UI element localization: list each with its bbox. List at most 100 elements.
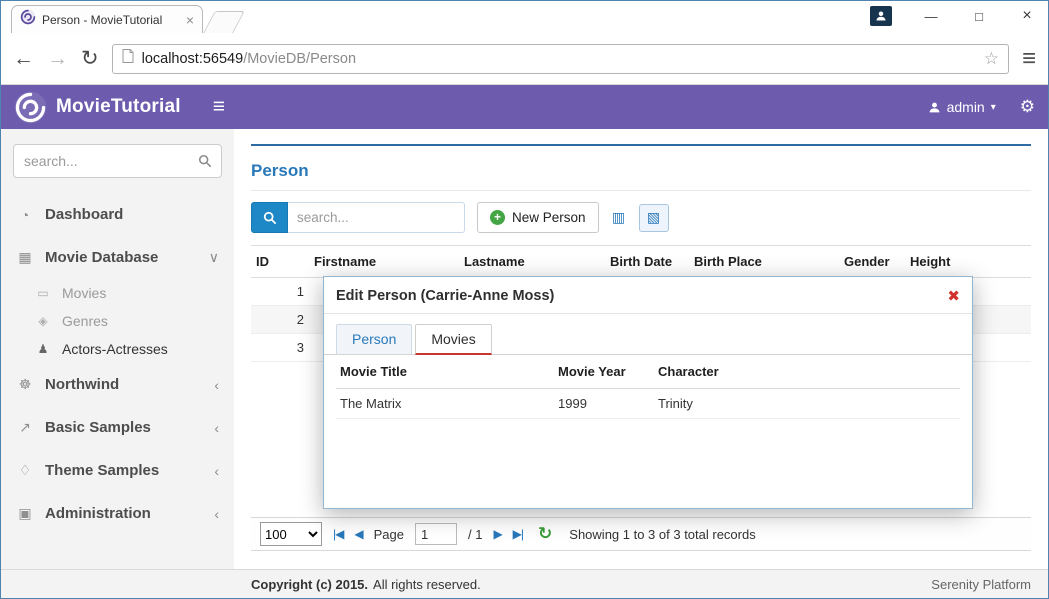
user-icon <box>928 101 941 114</box>
plus-icon: + <box>490 210 505 225</box>
platform-label: Serenity Platform <box>931 577 1031 592</box>
profile-icon[interactable] <box>870 6 892 26</box>
app-footer: Copyright (c) 2015. All rights reserved.… <box>1 569 1048 598</box>
navbar-right: admin ▾ ⚙ <box>928 97 1035 117</box>
new-tab-button[interactable] <box>203 11 245 33</box>
sidebar-item-genres[interactable]: ◈ Genres <box>1 307 234 335</box>
back-icon[interactable]: ← <box>13 48 34 69</box>
user-menu[interactable]: admin ▾ <box>928 99 996 115</box>
chevron-down-icon: ∨ <box>209 249 219 266</box>
sidebar-toggle-icon[interactable]: ≡ <box>213 95 225 119</box>
sidebar-search-input[interactable] <box>13 144 222 178</box>
page-total: / 1 <box>468 527 482 542</box>
cell-movie-year: 1999 <box>554 389 654 419</box>
movie-row[interactable]: The Matrix 1999 Trinity <box>336 389 960 419</box>
column-header-gender[interactable]: Gender <box>839 246 905 278</box>
dialog-close-icon[interactable]: ✖ <box>947 287 960 305</box>
column-header-height[interactable]: Height <box>905 246 1031 278</box>
last-page-button[interactable]: ▶| <box>513 527 523 541</box>
grid-toolbar: + New Person ▥ ▧ <box>251 191 1031 245</box>
settings-gear-icon[interactable]: ⚙ <box>1020 97 1035 117</box>
cell-id: 2 <box>251 306 309 334</box>
sidebar-item-movies[interactable]: ▭ Movies <box>1 279 234 307</box>
page-title: Person <box>251 161 1031 181</box>
cell-id: 3 <box>251 334 309 362</box>
sidebar-item-label: Genres <box>62 313 108 329</box>
column-picker-button[interactable]: ▧ <box>639 204 669 232</box>
sidebar-item-label: Administration <box>45 505 151 522</box>
prev-page-button[interactable]: ◀ <box>354 527 362 541</box>
next-page-button[interactable]: ▶ <box>493 527 501 541</box>
url-bar[interactable]: localhost:56549/MovieDB/Person ☆ <box>112 44 1009 74</box>
page-number-input[interactable] <box>415 523 457 545</box>
sidebar-item-label: Actors-Actresses <box>62 341 168 357</box>
close-button[interactable]: × <box>1018 7 1036 25</box>
chevron-left-icon: ‹ <box>214 506 219 522</box>
dialog-tabs: Person Movies <box>324 314 972 355</box>
sidebar-item-theme-samples[interactable]: ♢ Theme Samples ‹ <box>1 449 234 492</box>
column-header-id[interactable]: ID <box>251 246 309 278</box>
first-page-button[interactable]: |◀ <box>333 527 343 541</box>
minimize-button[interactable]: — <box>922 9 940 24</box>
column-header-movie-title[interactable]: Movie Title <box>336 355 554 389</box>
theme-samples-icon: ♢ <box>16 462 34 479</box>
sidebar-item-northwind[interactable]: ☸ Northwind ‹ <box>1 363 234 406</box>
edit-person-dialog: Edit Person (Carrie-Anne Moss) ✖ Person … <box>323 276 973 509</box>
column-header-lastname[interactable]: Lastname <box>459 246 605 278</box>
genres-icon: ◈ <box>35 314 51 328</box>
maximize-button[interactable]: □ <box>970 9 988 24</box>
chevron-left-icon: ‹ <box>214 463 219 479</box>
sidebar-item-basic-samples[interactable]: ↗ Basic Samples ‹ <box>1 406 234 449</box>
browser-tab[interactable]: Person - MovieTutorial × <box>11 5 203 33</box>
app-logo-icon[interactable] <box>14 91 47 124</box>
sidebar-item-label: Dashboard <box>45 206 123 223</box>
page-icon <box>122 49 134 68</box>
app-title[interactable]: MovieTutorial <box>56 96 181 118</box>
column-header-birth-place[interactable]: Birth Place <box>689 246 839 278</box>
url-path: /MovieDB/Person <box>243 51 356 67</box>
tab-movies[interactable]: Movies <box>415 324 491 355</box>
sidebar-item-label: Movie Database <box>45 249 158 266</box>
column-header-character[interactable]: Character <box>654 355 960 389</box>
grid-search-input[interactable] <box>288 202 465 233</box>
grid-search-group <box>251 202 465 233</box>
tab-person[interactable]: Person <box>336 324 412 354</box>
dialog-header[interactable]: Edit Person (Carrie-Anne Moss) ✖ <box>324 277 972 314</box>
sidebar-item-actors-actresses[interactable]: ♟ Actors-Actresses <box>1 335 234 363</box>
basic-samples-icon: ↗ <box>16 419 34 436</box>
movies-icon: ▭ <box>35 286 51 300</box>
refresh-icon[interactable]: ↻ <box>538 524 552 544</box>
browser-addressbar: ← → ↻ localhost:56549/MovieDB/Person ☆ ≡ <box>1 33 1048 85</box>
sidebar-item-administration[interactable]: ▣ Administration ‹ <box>1 492 234 535</box>
forward-icon[interactable]: → <box>47 48 68 69</box>
grid-header-row: ID Firstname Lastname Birth Date Birth P… <box>251 246 1031 278</box>
tab-close-icon[interactable]: × <box>186 13 194 27</box>
new-person-button[interactable]: + New Person <box>477 202 599 233</box>
browser-menu-icon[interactable]: ≡ <box>1022 47 1036 71</box>
page-size-select[interactable]: 100 <box>260 522 322 546</box>
chevron-left-icon: ‹ <box>214 377 219 393</box>
column-header-firstname[interactable]: Firstname <box>309 246 459 278</box>
bookmark-star-icon[interactable]: ☆ <box>984 49 999 69</box>
grid-groups-button[interactable]: ▥ <box>607 204 631 232</box>
dialog-title: Edit Person (Carrie-Anne Moss) <box>336 288 554 304</box>
reload-icon[interactable]: ↻ <box>81 48 99 69</box>
url-host: localhost:56549 <box>142 51 244 67</box>
cell-id: 1 <box>251 278 309 306</box>
sidebar-search <box>13 144 222 178</box>
northwind-icon: ☸ <box>16 376 34 393</box>
column-header-movie-year[interactable]: Movie Year <box>554 355 654 389</box>
new-person-label: New Person <box>512 210 586 225</box>
sidebar-nav: ◔ Dashboard ▦ Movie Database ∨ ▭ Movies … <box>1 193 234 535</box>
administration-icon: ▣ <box>16 505 34 522</box>
column-header-birth-date[interactable]: Birth Date <box>605 246 689 278</box>
sidebar-item-movie-database[interactable]: ▦ Movie Database ∨ <box>1 236 234 279</box>
sidebar-item-dashboard[interactable]: ◔ Dashboard <box>1 193 234 236</box>
cell-character: Trinity <box>654 389 960 419</box>
grid-pager: 100 |◀ ◀ Page / 1 ▶ ▶| ↻ Showing 1 to 3 … <box>251 517 1031 550</box>
quick-search-button[interactable] <box>251 202 288 233</box>
browser-titlebar: Person - MovieTutorial × — □ × <box>1 1 1048 33</box>
app-navbar: MovieTutorial ≡ admin ▾ ⚙ <box>1 85 1048 129</box>
sidebar-item-label: Theme Samples <box>45 462 159 479</box>
movie-database-icon: ▦ <box>16 249 34 266</box>
